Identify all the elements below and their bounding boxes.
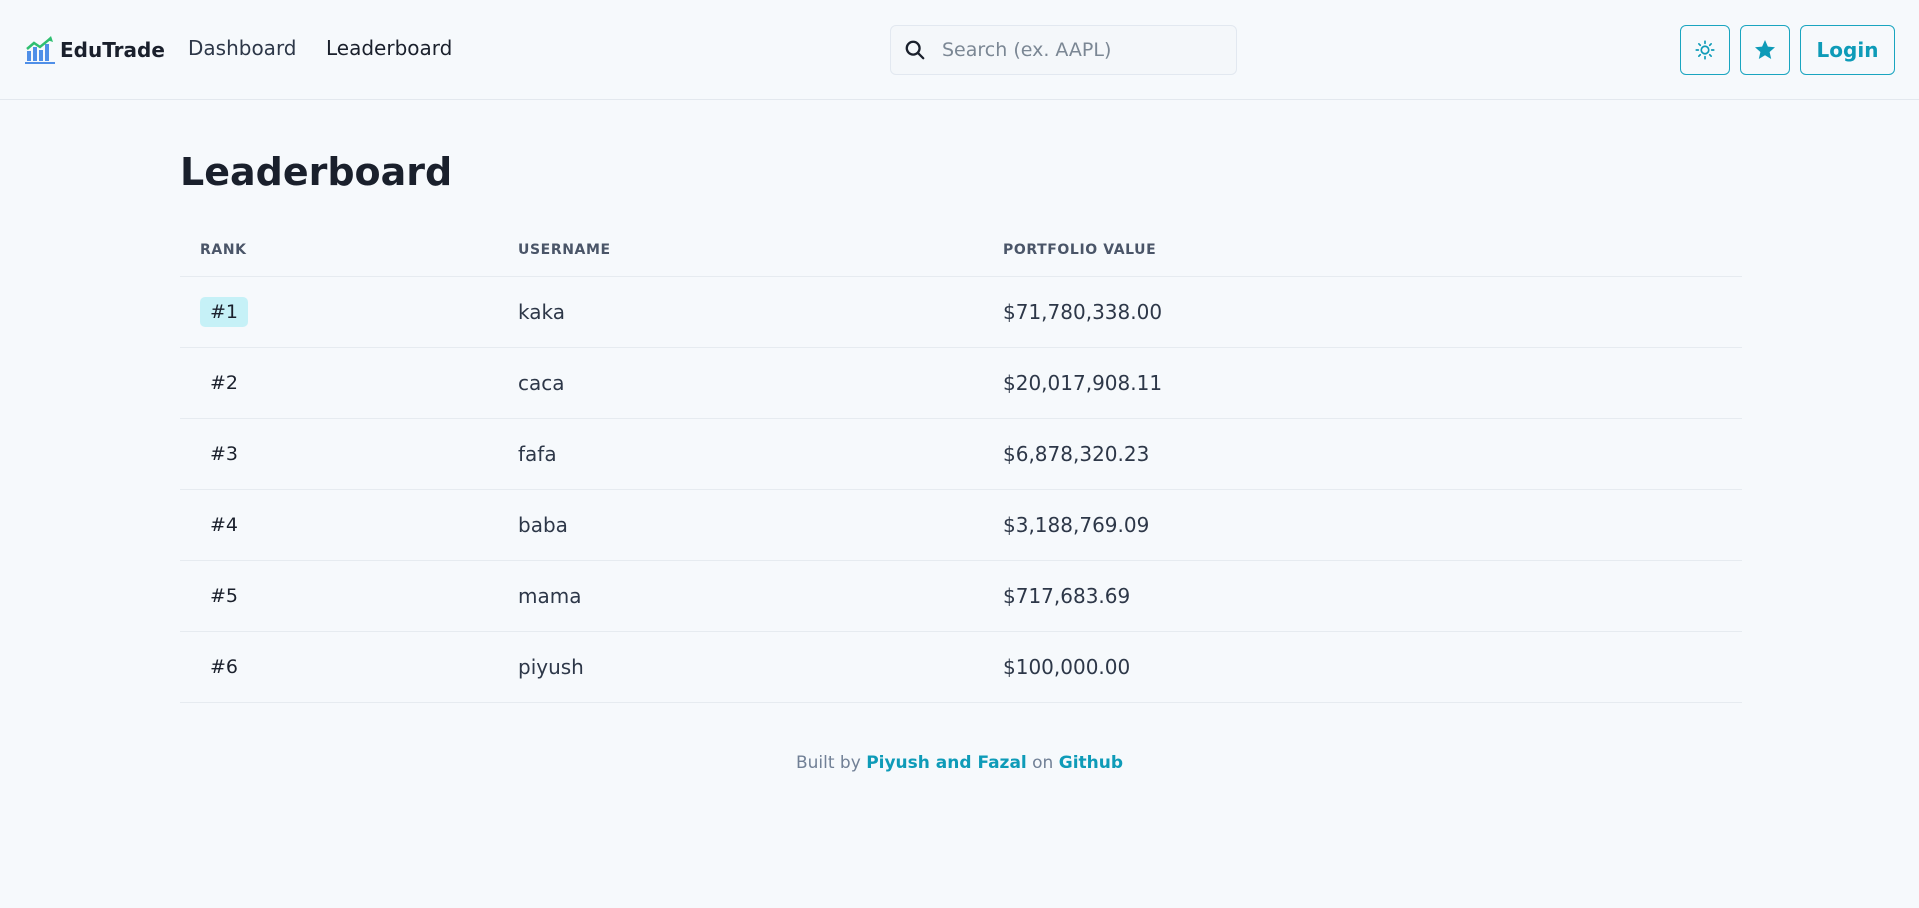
table-row: #1 kaka $71,780,338.00 — [180, 276, 1742, 348]
rank-badge: #1 — [200, 296, 249, 327]
username-cell: fafa — [518, 418, 1003, 490]
username-cell: caca — [518, 347, 1003, 419]
rank-badge: #2 — [210, 371, 239, 394]
search-icon — [905, 40, 925, 60]
column-header-rank: RANK — [180, 225, 518, 277]
column-header-portfolio-value: PORTFOLIO VALUE — [1003, 225, 1742, 277]
theme-toggle-button[interactable] — [1680, 25, 1730, 75]
top-navbar: EduTrade Dashboard Leaderboard Search (e… — [0, 0, 1919, 100]
rank-badge: #3 — [210, 442, 239, 465]
portfolio-value-cell: $100,000.00 — [1003, 631, 1742, 703]
portfolio-value-cell: $71,780,338.00 — [1003, 276, 1742, 348]
table-header-row: RANK USERNAME PORTFOLIO VALUE — [180, 225, 1742, 277]
page-title: Leaderboard — [180, 150, 453, 194]
rank-cell: #2 — [180, 347, 518, 419]
portfolio-value-cell: $6,878,320.23 — [1003, 418, 1742, 490]
favorites-button[interactable] — [1740, 25, 1790, 75]
rank-badge: #5 — [210, 584, 239, 607]
portfolio-value-cell: $20,017,908.11 — [1003, 347, 1742, 419]
rank-cell: #3 — [180, 418, 518, 490]
chart-logo-icon — [25, 36, 55, 64]
rank-badge: #6 — [210, 655, 239, 678]
rank-badge: #4 — [210, 513, 239, 536]
username-cell: kaka — [518, 276, 1003, 348]
star-icon — [1755, 40, 1775, 59]
footer-built-by: Built by — [795, 753, 861, 773]
rank-cell: #1 — [180, 276, 518, 348]
brand-name: EduTrade — [60, 38, 165, 62]
brand-link[interactable]: EduTrade — [25, 34, 165, 66]
sun-icon — [1695, 40, 1715, 60]
nav-leaderboard-link[interactable]: Leaderboard — [326, 36, 452, 60]
table-row: #6 piyush $100,000.00 — [180, 631, 1742, 703]
table-row: #3 fafa $6,878,320.23 — [180, 418, 1742, 490]
rank-cell: #4 — [180, 489, 518, 561]
username-cell: piyush — [518, 631, 1003, 703]
table-row: #4 baba $3,188,769.09 — [180, 489, 1742, 561]
nav-dashboard-link[interactable]: Dashboard — [188, 36, 297, 60]
column-header-username: USERNAME — [518, 225, 1003, 277]
username-cell: mama — [518, 560, 1003, 632]
table-row: #5 mama $717,683.69 — [180, 560, 1742, 632]
table-row: #2 caca $20,017,908.11 — [180, 347, 1742, 419]
login-button[interactable]: Login — [1800, 25, 1895, 75]
footer-on: on — [1032, 753, 1054, 773]
search-input[interactable] — [940, 38, 1220, 62]
rank-cell: #6 — [180, 631, 518, 703]
footer-github-link[interactable]: Github — [1059, 753, 1123, 773]
portfolio-value-cell: $717,683.69 — [1003, 560, 1742, 632]
footer: Built by Piyush and Fazal on Github — [0, 753, 1919, 773]
footer-authors-link[interactable]: Piyush and Fazal — [866, 753, 1027, 773]
leaderboard-table: RANK USERNAME PORTFOLIO VALUE #1 kaka $7… — [180, 225, 1742, 703]
portfolio-value-cell: $3,188,769.09 — [1003, 489, 1742, 561]
rank-cell: #5 — [180, 560, 518, 632]
username-cell: baba — [518, 489, 1003, 561]
search-box[interactable] — [890, 25, 1237, 75]
